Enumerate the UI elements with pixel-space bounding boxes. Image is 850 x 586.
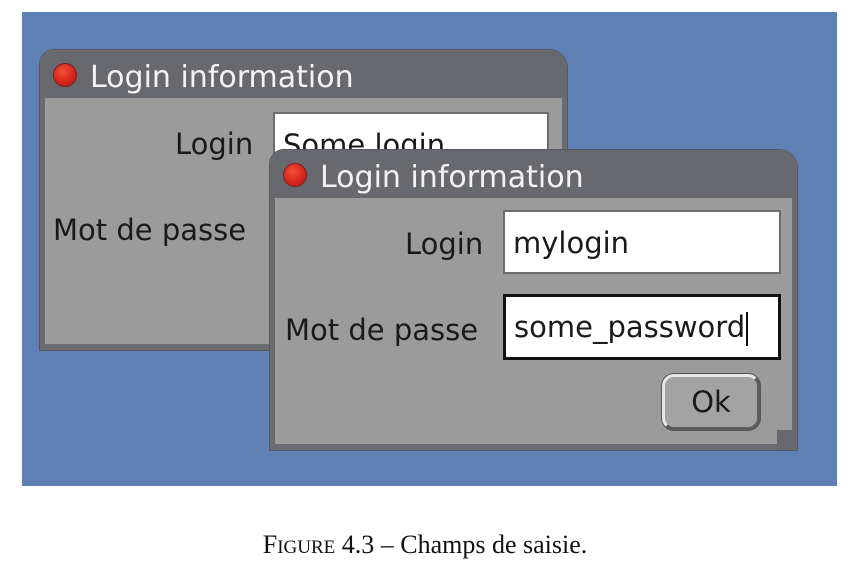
password-input[interactable]: some_password [503, 294, 781, 360]
close-icon[interactable] [284, 164, 306, 186]
password-label: Mot de passe [53, 213, 247, 247]
front-window-titlebar[interactable]: Login information [270, 150, 797, 198]
resize-grip-icon[interactable] [777, 430, 797, 450]
desktop-background: Login information Login Some login Mot d… [22, 12, 837, 486]
front-login-window: Login information Login mylogin Mot de p… [270, 150, 797, 450]
caption-text: 4.3 – Champs de saisie. [341, 530, 588, 559]
login-label: Login [175, 127, 254, 161]
caption-figure-rest: IGURE [277, 537, 336, 558]
password-label: Mot de passe [285, 313, 479, 347]
ok-button[interactable]: Ok [662, 374, 760, 430]
figure-caption: FIGURE 4.3 – Champs de saisie. [0, 530, 850, 560]
back-window-titlebar[interactable]: Login information [40, 50, 567, 98]
password-value: some_password [514, 310, 746, 344]
window-title: Login information [320, 160, 584, 195]
close-icon[interactable] [54, 64, 76, 86]
window-title: Login information [90, 60, 354, 95]
login-input[interactable]: mylogin [503, 210, 781, 274]
login-label: Login [405, 227, 484, 261]
text-caret [746, 312, 749, 346]
front-window-body: Login mylogin Mot de passe some_password… [270, 198, 797, 450]
caption-figure-initial: F [262, 530, 278, 559]
